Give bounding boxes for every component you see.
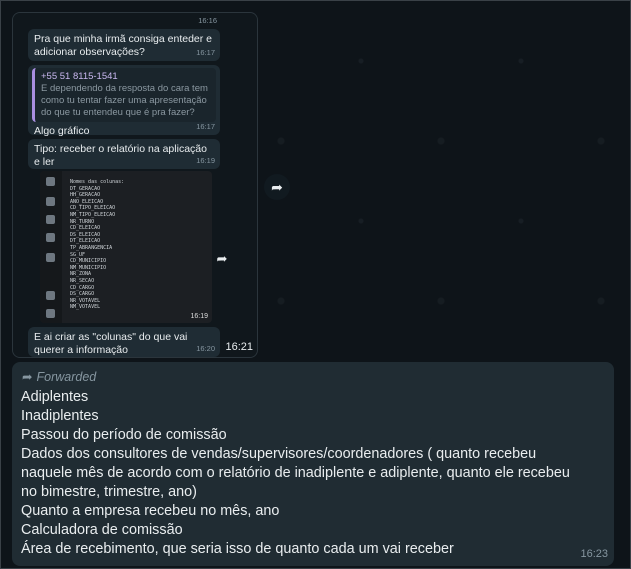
- inner-message-time: 16:20: [196, 344, 215, 353]
- message-body: Adiplentes Inadiplentes Passou do período …: [21, 388, 611, 559]
- inner-message-text: E ai criar as "colunas" do que vai quere…: [34, 331, 188, 356]
- inner-message-time: 16:17: [196, 48, 215, 57]
- message-line: Quanto a empresa recebeu no mês, ano: [21, 503, 280, 519]
- forward-icon: ➦: [271, 179, 283, 195]
- code-line: TP_ABRANGENCIA: [70, 244, 113, 251]
- quoted-author: +55 51 8115-1541: [41, 71, 118, 82]
- message-line: no bimestre, trimestre, ano): [21, 484, 197, 500]
- inner-message-3: Tipo: receber o relatório na aplicação e…: [28, 139, 220, 169]
- inner-top-time: 16:16: [198, 16, 217, 25]
- code-line: ANO_ELEICAO: [70, 198, 104, 205]
- message-line: naquele mês de acordo com o relatório de…: [21, 465, 570, 481]
- code-line: NM_TIPO_ELEICAO: [70, 211, 116, 218]
- code-line: DT_ELEICAO: [70, 238, 101, 245]
- inner-message-2: +55 51 8115-1541 E dependendo da respost…: [28, 65, 220, 137]
- code-line: SG_UF: [70, 251, 86, 258]
- inner-message-4: E ai criar as "colunas" do que vai quere…: [28, 327, 220, 357]
- code-line: CD_ELEICAO: [70, 225, 101, 232]
- forward-icon[interactable]: ➦: [214, 251, 230, 267]
- code-line: CD_TIPO_ELEICAO: [70, 205, 116, 212]
- inner-message-text: Algo gráfico: [34, 125, 90, 137]
- bookmark-icon: [46, 253, 55, 262]
- code-lines: Nomes das colunas: DT_GERACAO HH_GERACAO AN…: [70, 179, 124, 311]
- screenshot-content: 16:16 Pra que minha irmã consiga enteder…: [13, 13, 257, 357]
- inner-message-text: Pra que minha irmã consiga enteder e adi…: [34, 33, 213, 58]
- message-line: Área de recebimento, que seria isso de q…: [21, 541, 454, 557]
- code-line: DS_ELEICAO: [70, 231, 101, 238]
- code-line: NM_VOTAVEL: [70, 304, 101, 311]
- code-line: DS_CARGO: [70, 291, 95, 298]
- editor-sidebar: [40, 171, 62, 323]
- search-icon: [46, 197, 55, 206]
- quoted-text: E dependendo da resposta do cara tem com…: [41, 83, 208, 118]
- forwarded-message[interactable]: ➦ Forwarded Adiplentes Inadiplentes Passou …: [12, 362, 614, 566]
- code-line: NR_VOTAVEL: [70, 297, 101, 304]
- code-line: NR_TURNO: [70, 218, 95, 225]
- code-line: DT_GERACAO: [70, 185, 101, 192]
- inner-message-time: 16:17: [196, 122, 215, 131]
- code-line: NM_MUNICIPIO: [70, 264, 107, 271]
- code-line: NR_ZONA: [70, 271, 92, 278]
- files-icon: [46, 177, 55, 186]
- code-image-time: 16:19: [190, 313, 208, 320]
- screenshot-time: 16:21: [225, 341, 253, 353]
- forwarded-text: Forwarded: [36, 370, 97, 384]
- forwarded-arrow-icon: ➦: [22, 370, 33, 384]
- code-line: CD_CARGO: [70, 284, 95, 291]
- account-icon: [46, 291, 55, 300]
- message-line: Dados dos consultores de vendas/supervis…: [21, 446, 537, 462]
- settings-icon: [46, 309, 55, 318]
- code-line: HH_GERACAO: [70, 192, 101, 199]
- forwarded-label: ➦ Forwarded: [22, 369, 96, 384]
- message-line: Adiplentes: [21, 389, 89, 405]
- message-time: 16:23: [580, 548, 608, 560]
- code-line: Nomes das colunas:: [70, 179, 125, 185]
- inner-message-1: Pra que minha irmã consiga enteder e adi…: [28, 29, 220, 61]
- inner-message-text: Tipo: receber o relatório na aplicação e…: [34, 143, 207, 168]
- forward-button[interactable]: ➦: [264, 174, 290, 200]
- code-line: NR_SECAO: [70, 277, 95, 284]
- message-line: Calculadora de comissão: [21, 522, 183, 538]
- extensions-icon: [46, 233, 55, 242]
- flask-icon: [46, 215, 55, 224]
- code-line: CD_MUNICIPIO: [70, 258, 107, 265]
- inner-message-time: 16:19: [196, 156, 215, 165]
- quoted-message: +55 51 8115-1541 E dependendo da respost…: [32, 68, 216, 122]
- message-line: Inadiplentes: [21, 408, 99, 424]
- code-screenshot[interactable]: Nomes das colunas: DT_GERACAO HH_GERACAO AN…: [40, 171, 212, 323]
- screenshot-image-bubble[interactable]: 16:16 Pra que minha irmã consiga enteder…: [12, 12, 258, 358]
- message-line: Passou do período de comissão: [21, 427, 227, 443]
